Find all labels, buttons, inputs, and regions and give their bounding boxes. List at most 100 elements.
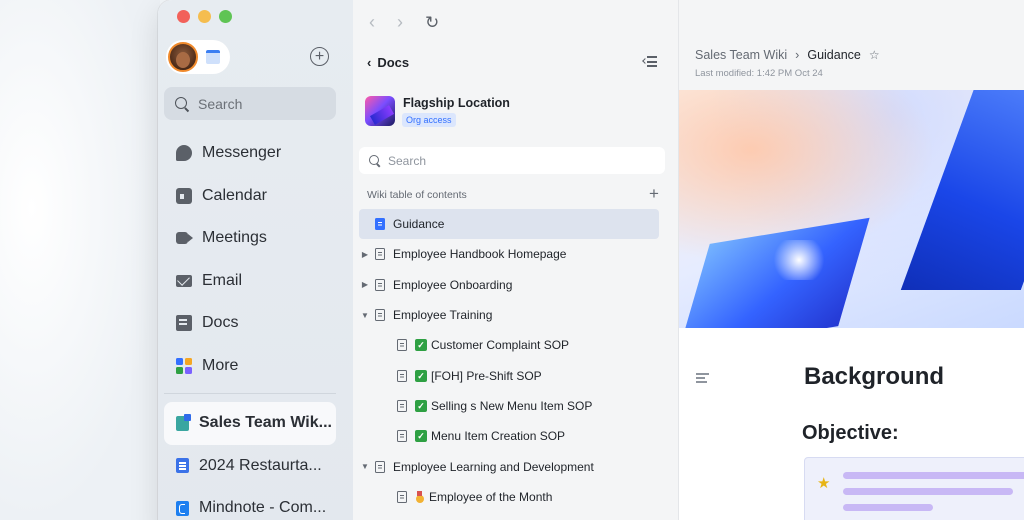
- document-icon: [375, 460, 385, 473]
- forward-arrow-icon[interactable]: ›: [397, 12, 403, 33]
- tree-item-label: Employee Learning and Development: [393, 459, 594, 474]
- docs-back-label: Docs: [377, 55, 410, 70]
- cover-glow: [769, 240, 829, 280]
- tree-item[interactable]: ▼ Employee Training: [359, 300, 659, 330]
- sidebar-item-label: Messenger: [202, 144, 282, 162]
- tree-item[interactable]: ✓ Customer Complaint SOP: [359, 330, 659, 360]
- sidebar-search[interactable]: Search: [164, 87, 336, 120]
- messenger-icon: [176, 145, 192, 162]
- toc-heading: Wiki table of contents: [367, 189, 467, 201]
- app-window: + Search Messenger Calendar Meetings Ema…: [158, 0, 1024, 520]
- reload-icon[interactable]: ↻: [425, 13, 439, 33]
- breadcrumb-current: Guidance: [807, 48, 861, 62]
- minimize-window-button[interactable]: [198, 10, 211, 23]
- placeholder-text-line: [843, 504, 933, 511]
- sidebar-nav: Messenger Calendar Meetings Email Docs M…: [164, 132, 336, 387]
- cover-prism-shape: [900, 90, 1024, 290]
- tree-item[interactable]: Employee of the Month: [359, 482, 659, 512]
- mindnote-icon: [176, 500, 189, 516]
- document-icon: [397, 339, 407, 352]
- sidebar-item-label: Calendar: [202, 186, 267, 204]
- caret-right-icon[interactable]: ▶: [359, 250, 371, 259]
- sidebar-search-placeholder: Search: [198, 95, 243, 112]
- caret-right-icon[interactable]: ▶: [359, 280, 371, 289]
- back-arrow-icon[interactable]: ‹: [369, 12, 375, 33]
- tree-item-label: Guidance: [393, 217, 445, 232]
- wiki-tree: Guidance ▶ Employee Handbook Homepage ▶ Empl…: [359, 209, 659, 512]
- document-icon: [375, 309, 385, 322]
- document-heading: Background: [804, 363, 945, 390]
- caret-down-icon[interactable]: ▼: [359, 462, 371, 471]
- sidebar-item-messenger[interactable]: Messenger: [164, 132, 336, 175]
- outline-icon[interactable]: [696, 373, 709, 383]
- sidebar-item-meetings[interactable]: Meetings: [164, 217, 336, 260]
- tree-item-label: Selling s New Menu Item SOP: [431, 398, 593, 413]
- tree-item[interactable]: ▶ Employee Onboarding: [359, 270, 659, 300]
- check-mark-icon: ✓: [415, 339, 427, 352]
- tree-item-label: Employee Training: [393, 308, 493, 323]
- create-new-button[interactable]: +: [310, 47, 329, 66]
- placeholder-text-line: [843, 472, 1024, 479]
- profile-status-pill[interactable]: [166, 40, 230, 74]
- placeholder-text-line: [843, 488, 1013, 495]
- caret-down-icon[interactable]: ▼: [359, 311, 371, 320]
- tree-item[interactable]: ▼ Employee Learning and Development: [359, 451, 659, 481]
- wiki-search-input[interactable]: Search: [359, 147, 665, 174]
- document-icon: [397, 490, 407, 503]
- sidebar-item-label: Docs: [202, 314, 239, 332]
- document-subheading: Objective:: [802, 422, 899, 444]
- search-icon: [175, 96, 189, 111]
- tree-item-label: Employee Handbook Homepage: [393, 247, 567, 262]
- access-badge: Org access: [402, 113, 456, 127]
- sidebar-item-more[interactable]: More: [164, 345, 336, 388]
- doc-icon: [176, 458, 189, 474]
- breadcrumb-parent[interactable]: Sales Team Wiki: [695, 48, 787, 62]
- pin-icon[interactable]: ☆: [869, 48, 880, 62]
- close-window-button[interactable]: [177, 10, 190, 23]
- tree-item-label: Menu Item Creation SOP: [431, 429, 566, 444]
- tree-item[interactable]: ✓ Selling s New Menu Item SOP: [359, 391, 659, 421]
- docs-back-button[interactable]: ‹ Docs: [367, 55, 409, 70]
- browser-navigation: ‹ › ↻: [369, 12, 439, 33]
- grid-icon: [176, 357, 192, 374]
- check-mark-icon: ✓: [415, 399, 427, 412]
- recent-item-sales-wiki[interactable]: Sales Team Wik...: [164, 402, 336, 445]
- sidebar-item-docs[interactable]: Docs: [164, 302, 336, 345]
- callout-block[interactable]: ★: [804, 457, 1024, 520]
- collapse-sidebar-icon[interactable]: [642, 56, 657, 68]
- sidebar-divider: [164, 393, 336, 394]
- user-avatar[interactable]: [168, 42, 198, 72]
- sidebar-item-label: Email: [202, 271, 243, 289]
- calendar-icon: [176, 187, 192, 204]
- maximize-window-button[interactable]: [219, 10, 232, 23]
- tree-item[interactable]: ✓ [FOH] Pre-Shift SOP: [359, 360, 659, 390]
- sidebar-item-email[interactable]: Email: [164, 260, 336, 303]
- tree-item[interactable]: ✓ Menu Item Creation SOP: [359, 421, 659, 451]
- sidebar-item-calendar[interactable]: Calendar: [164, 175, 336, 218]
- mail-icon: [176, 274, 192, 287]
- recent-item-restaurant-doc[interactable]: 2024 Restaurta...: [164, 445, 336, 488]
- tree-item-label: Employee Onboarding: [393, 277, 513, 292]
- document-icon: [397, 399, 407, 412]
- recent-item-label: Mindnote - Com...: [199, 499, 327, 517]
- recent-item-label: Sales Team Wik...: [199, 414, 332, 432]
- document-icon: [397, 369, 407, 382]
- tree-item[interactable]: Guidance: [359, 209, 659, 240]
- video-icon: [176, 232, 193, 245]
- tree-item[interactable]: ▶ Employee Handbook Homepage: [359, 239, 659, 269]
- wiki-tree-pane: ‹ › ↻ ‹ Docs Flagship Location Org acces…: [353, 0, 679, 520]
- document-header: Sales Team Wiki › Guidance ☆ Last modifi…: [679, 0, 1024, 90]
- tree-item-label: [FOH] Pre-Shift SOP: [431, 368, 542, 383]
- document-pane: Sales Team Wiki › Guidance ☆ Last modifi…: [679, 0, 1024, 520]
- document-icon: [375, 248, 385, 261]
- desktop-background: [0, 0, 160, 520]
- space-name: Flagship Location: [403, 96, 510, 110]
- app-sidebar: + Search Messenger Calendar Meetings Ema…: [158, 0, 353, 520]
- recent-item-mindnote[interactable]: Mindnote - Com...: [164, 487, 336, 520]
- check-mark-icon: ✓: [415, 369, 427, 382]
- tree-item-label: Employee of the Month: [429, 489, 553, 504]
- recent-item-label: 2024 Restaurta...: [199, 456, 322, 474]
- chevron-left-icon: ‹: [367, 55, 372, 70]
- add-page-icon[interactable]: +: [649, 185, 659, 202]
- window-controls: [177, 10, 232, 23]
